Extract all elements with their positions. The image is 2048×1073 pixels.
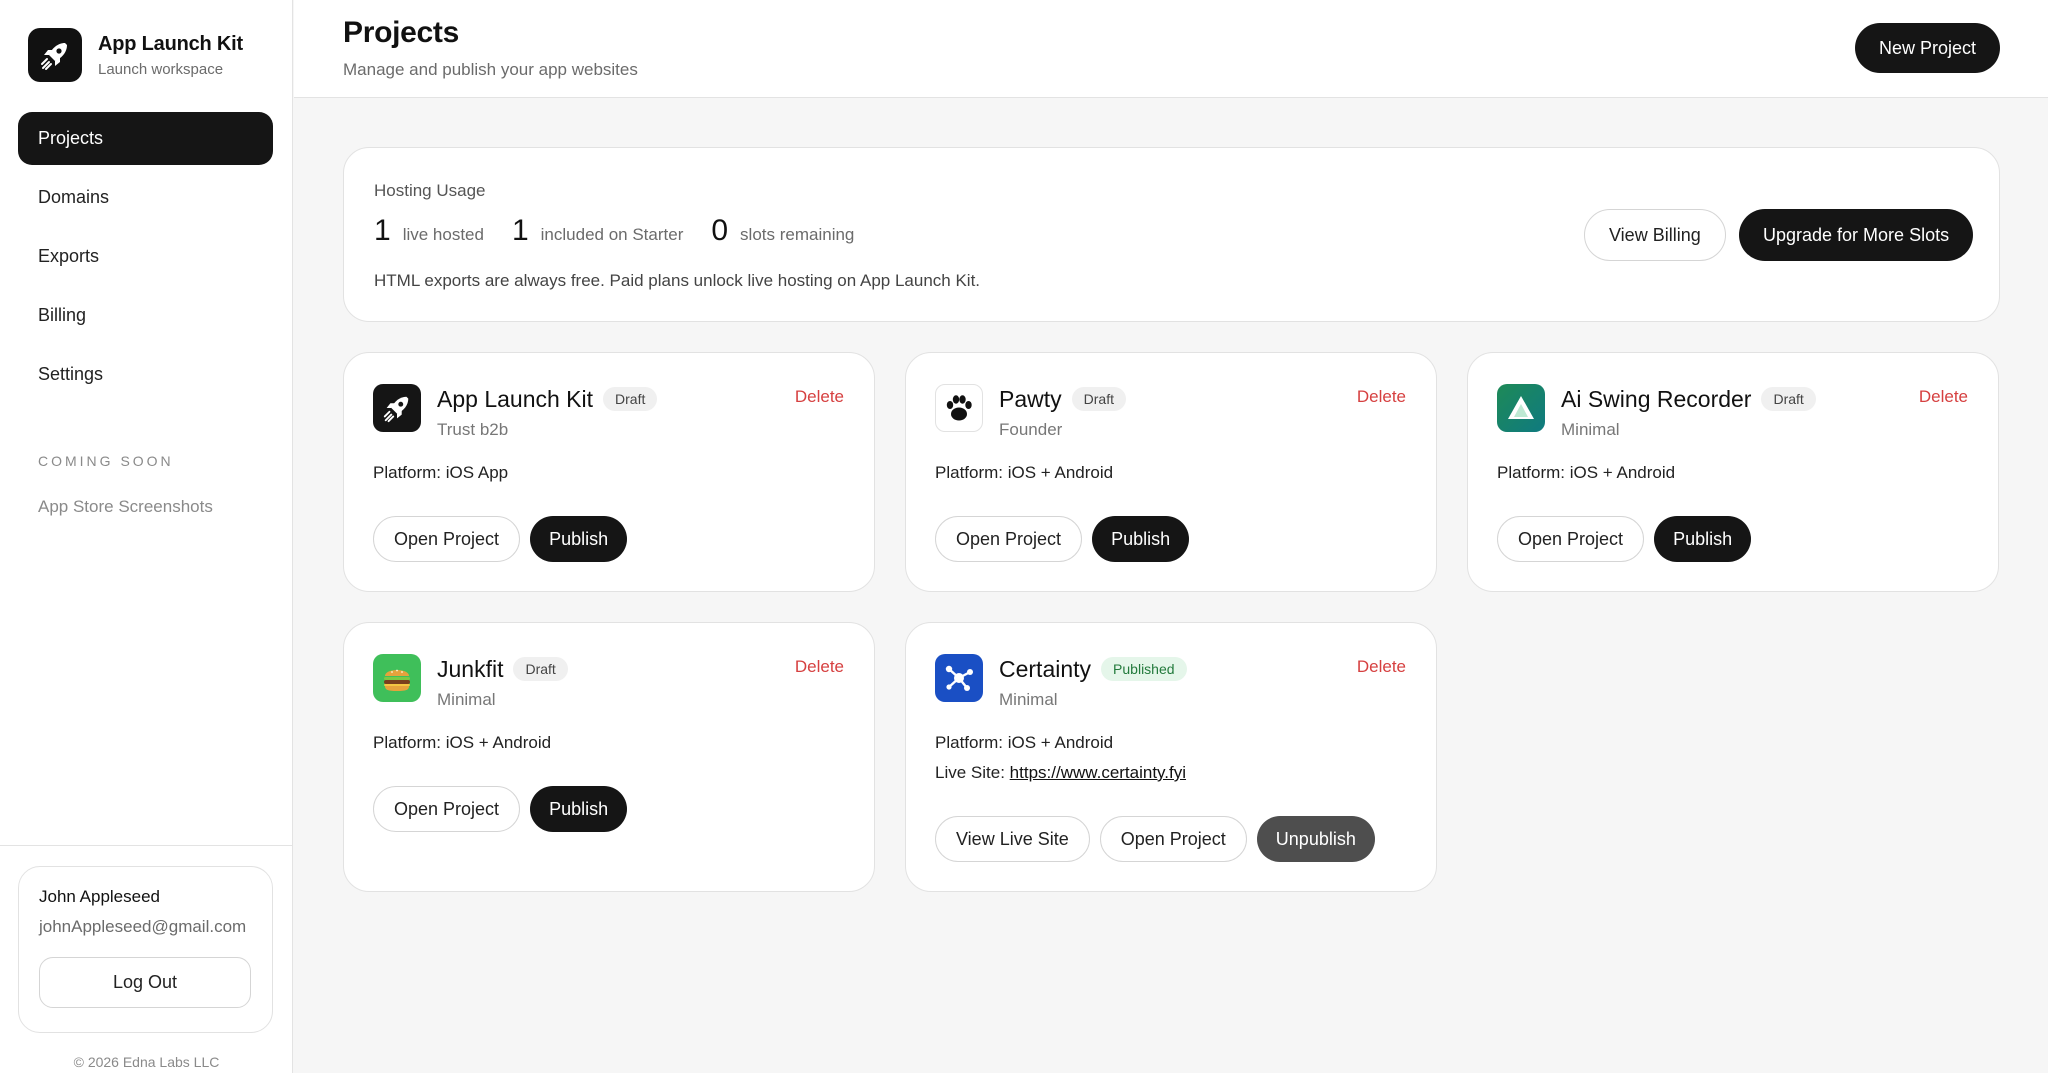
publish-button[interactable]: Publish (1654, 516, 1752, 562)
project-subtitle: Minimal (437, 690, 496, 709)
open-project-button[interactable]: Open Project (1099, 816, 1247, 862)
sidebar-nav: Projects Domains Exports Billing Setting… (18, 112, 273, 407)
project-name: Certainty Published (999, 656, 1187, 683)
status-badge: Draft (1761, 387, 1816, 411)
brand-subtitle: Launch workspace (98, 60, 224, 78)
project-actions: Open Project Publish (373, 516, 637, 562)
open-project-button[interactable]: Open Project (373, 786, 521, 832)
triangle-icon (1497, 384, 1545, 432)
hosting-usage-stats: 1 live hosted 1 included on Starter 0 sl… (374, 214, 882, 248)
project-actions: Open Project Publish (1497, 516, 1761, 562)
page-subtitle: Manage and publish your app websites (343, 60, 638, 79)
sidebar-item-projects[interactable]: Projects (18, 112, 273, 165)
upgrade-button[interactable]: Upgrade for More Slots (1739, 209, 1974, 261)
rocket-icon (28, 28, 82, 82)
project-name-text: Certainty (999, 656, 1092, 682)
project-platform: Platform: iOS + Android (935, 733, 1114, 752)
project-card-pawty: Pawty Draft Founder Delete Platform: iOS … (905, 352, 1437, 592)
network-icon (935, 654, 983, 702)
live-site-link[interactable]: https://www.certainty.fyi (1010, 763, 1186, 782)
sidebar-item-exports[interactable]: Exports (18, 230, 273, 283)
delete-button[interactable]: Delete (795, 387, 844, 407)
open-project-button[interactable]: Open Project (935, 516, 1083, 562)
publish-button[interactable]: Publish (530, 516, 628, 562)
sidebar: App Launch Kit Launch workspace Projects… (0, 0, 293, 1073)
delete-button[interactable]: Delete (1357, 387, 1406, 407)
project-platform: Platform: iOS + Android (1497, 463, 1676, 482)
status-badge: Draft (513, 657, 568, 681)
open-project-button[interactable]: Open Project (1497, 516, 1645, 562)
delete-button[interactable]: Delete (795, 657, 844, 677)
slots-remaining-label: slots remaining (740, 225, 855, 244)
user-email: johnAppleseed@gmail.com (39, 917, 247, 936)
live-site: Live Site: https://www.certainty.fyi (935, 763, 1186, 783)
status-badge: Draft (1071, 387, 1126, 411)
hosting-usage-card: Hosting Usage 1 live hosted 1 included o… (343, 147, 2000, 322)
included-count: 1 (511, 214, 529, 247)
project-name-text: Pawty (999, 386, 1062, 412)
sidebar-item-settings[interactable]: Settings (18, 348, 273, 401)
coming-soon-label: COMING SOON (38, 453, 174, 469)
project-platform: Platform: iOS + Android (373, 733, 552, 752)
project-actions: Open Project Publish (935, 516, 1199, 562)
copyright: © 2026 Edna Labs LLC (73, 1054, 220, 1070)
unpublish-button[interactable]: Unpublish (1256, 816, 1375, 862)
page-header: Projects Manage and publish your app web… (294, 0, 2048, 98)
project-subtitle: Trust b2b (437, 420, 509, 439)
live-site-label: Live Site: (935, 763, 1005, 782)
open-project-button[interactable]: Open Project (373, 516, 521, 562)
project-name: Ai Swing Recorder Draft (1561, 386, 1816, 413)
burger-icon (373, 654, 421, 702)
project-card-junkfit: Junkfit Draft Minimal Delete Platform: iO… (343, 622, 875, 892)
publish-button[interactable]: Publish (530, 786, 628, 832)
sidebar-item-domains[interactable]: Domains (18, 171, 273, 224)
sidebar-item-billing[interactable]: Billing (18, 289, 273, 342)
hosting-usage-note: HTML exports are always free. Paid plans… (374, 271, 981, 290)
delete-button[interactable]: Delete (1919, 387, 1968, 407)
new-project-button[interactable]: New Project (1854, 23, 2000, 73)
project-name: Pawty Draft (999, 386, 1126, 413)
project-name: Junkfit Draft (437, 656, 568, 683)
status-badge: Draft (603, 387, 658, 411)
page-title: Projects (343, 16, 459, 49)
hosting-usage-heading: Hosting Usage (374, 181, 486, 200)
live-hosted-count: 1 (374, 214, 391, 247)
project-card-certainty: Certainty Published Minimal Delete Platfo… (905, 622, 1437, 892)
project-card-ai-swing-recorder: Ai Swing Recorder Draft Minimal Delete Pl… (1467, 352, 1999, 592)
slots-remaining-count: 0 (711, 214, 729, 247)
project-subtitle: Minimal (1561, 420, 1620, 439)
view-billing-button[interactable]: View Billing (1584, 209, 1726, 261)
coming-soon-item-app-store-screenshots: App Store Screenshots (38, 497, 213, 516)
project-card-app-launch-kit: App Launch Kit Draft Trust b2b Delete Pla… (343, 352, 875, 592)
project-actions: View Live Site Open Project Unpublish (935, 816, 1375, 862)
project-name-text: App Launch Kit (437, 386, 594, 412)
included-label: included on Starter (540, 225, 684, 244)
logout-button[interactable]: Log Out (39, 957, 251, 1008)
live-hosted-label: live hosted (402, 225, 484, 244)
project-actions: Open Project Publish (373, 786, 637, 832)
user-card: John Appleseed johnAppleseed@gmail.com L… (18, 866, 273, 1033)
rocket-icon (373, 384, 421, 432)
brand-title: App Launch Kit (98, 32, 243, 55)
project-name: App Launch Kit Draft (437, 386, 658, 413)
view-live-site-button[interactable]: View Live Site (935, 816, 1090, 862)
brand[interactable]: App Launch Kit Launch workspace (28, 28, 243, 82)
project-name-text: Junkfit (437, 656, 504, 682)
project-subtitle: Minimal (999, 690, 1058, 709)
project-platform: Platform: iOS App (373, 463, 509, 482)
sidebar-divider (0, 845, 292, 846)
delete-button[interactable]: Delete (1357, 657, 1406, 677)
status-badge: Published (1101, 657, 1187, 681)
project-platform: Platform: iOS + Android (935, 463, 1114, 482)
publish-button[interactable]: Publish (1092, 516, 1190, 562)
project-name-text: Ai Swing Recorder (1561, 386, 1752, 412)
user-name: John Appleseed (39, 887, 160, 906)
project-subtitle: Founder (999, 420, 1063, 439)
paw-icon (935, 384, 983, 432)
